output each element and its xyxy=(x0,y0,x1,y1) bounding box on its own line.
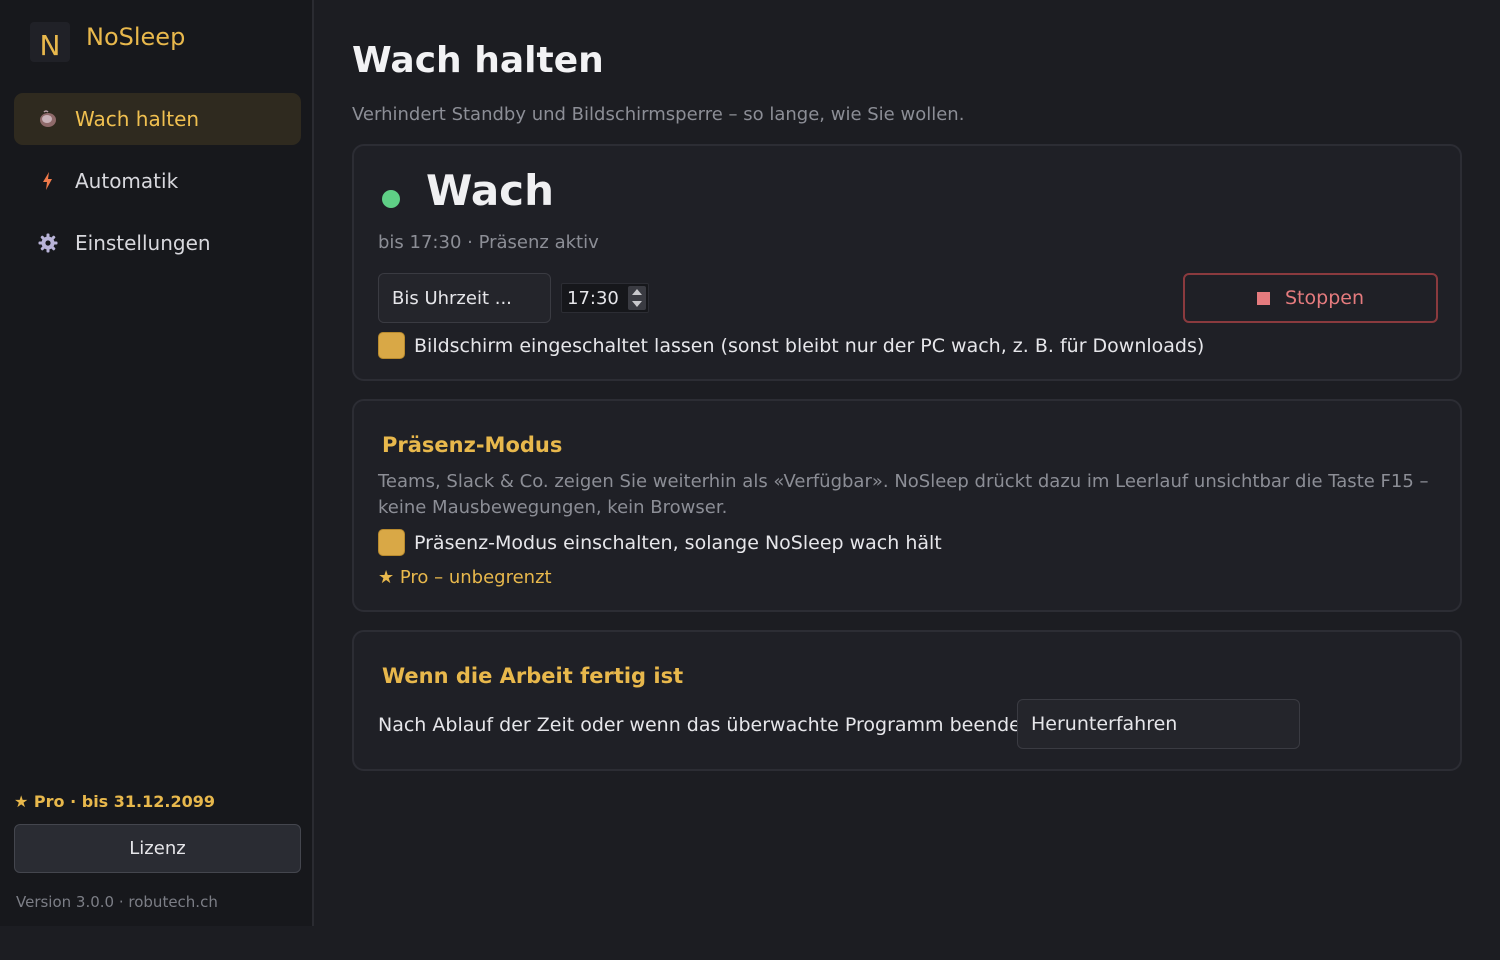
after-work-card: Wenn die Arbeit fertig ist Nach Ablauf d… xyxy=(352,630,1462,771)
presence-card: Präsenz-Modus Teams, Slack & Co. zeigen … xyxy=(352,399,1462,612)
status-detail: bis 17:30 · Präsenz aktiv xyxy=(378,232,599,253)
lightning-bolt-icon xyxy=(38,171,58,191)
screen-on-option: Bildschirm eingeschaltet lassen (sonst b… xyxy=(378,332,1204,359)
time-value: 17:30 xyxy=(567,287,619,309)
mode-select[interactable]: Bis Uhrzeit ... xyxy=(378,273,551,323)
sidebar-item-automatik[interactable]: Automatik xyxy=(14,155,301,207)
status-indicator-dot xyxy=(382,190,400,208)
sidebar-item-einstellungen[interactable]: Einstellungen xyxy=(14,217,301,269)
sidebar-nav: Wach halten Automatik Einstellungen xyxy=(14,93,301,279)
sidebar: N NoSleep Wach halten Automatik Einstell… xyxy=(0,0,314,926)
time-spinner[interactable] xyxy=(628,286,646,310)
sidebar-item-label: Einstellungen xyxy=(75,231,211,255)
presence-checkbox[interactable] xyxy=(378,529,405,556)
presence-option: Präsenz-Modus einschalten, solange NoSle… xyxy=(378,529,942,556)
stop-icon xyxy=(1257,291,1270,305)
sidebar-item-label: Automatik xyxy=(75,169,179,193)
coffee-cup-icon xyxy=(38,109,58,129)
after-work-label: Nach Ablauf der Zeit oder wenn das überw… xyxy=(378,714,1064,736)
gear-icon xyxy=(38,233,58,253)
status-card: Wach bis 17:30 · Präsenz aktiv Bis Uhrze… xyxy=(352,144,1462,381)
sidebar-item-wach-halten[interactable]: Wach halten xyxy=(14,93,301,145)
pro-license-badge: ★ Pro · bis 31.12.2099 xyxy=(14,792,215,811)
app-window: N NoSleep Wach halten Automatik Einstell… xyxy=(0,0,1500,926)
app-name: NoSleep xyxy=(86,23,186,51)
version-info: Version 3.0.0 · robutech.ch xyxy=(16,893,218,911)
screen-on-label: Bildschirm eingeschaltet lassen (sonst b… xyxy=(414,334,1205,357)
presence-label: Präsenz-Modus einschalten, solange NoSle… xyxy=(414,531,942,554)
license-button[interactable]: Lizenz xyxy=(14,824,301,873)
app-logo: N xyxy=(30,22,70,62)
after-work-action-select[interactable]: Herunterfahren xyxy=(1017,699,1300,749)
spin-up-icon[interactable] xyxy=(632,289,642,295)
stop-button-label: Stoppen xyxy=(1285,287,1364,309)
stop-button[interactable]: Stoppen xyxy=(1183,273,1438,323)
page-title: Wach halten xyxy=(352,40,604,81)
pro-unlimited-note: ★ Pro – unbegrenzt xyxy=(378,567,552,588)
spin-down-icon[interactable] xyxy=(632,301,642,307)
after-work-title: Wenn die Arbeit fertig ist xyxy=(382,664,684,688)
bottom-strip xyxy=(0,926,1500,960)
presence-title: Präsenz-Modus xyxy=(382,433,563,457)
status-title: Wach xyxy=(426,166,554,215)
page-subtitle: Verhindert Standby und Bildschirmsperre … xyxy=(352,104,965,125)
presence-description: Teams, Slack & Co. zeigen Sie weiterhin … xyxy=(378,471,1429,518)
brand: N NoSleep xyxy=(30,22,185,62)
screen-on-checkbox[interactable] xyxy=(378,332,405,359)
sidebar-item-label: Wach halten xyxy=(75,107,200,131)
time-input[interactable]: 17:30 xyxy=(561,283,649,313)
